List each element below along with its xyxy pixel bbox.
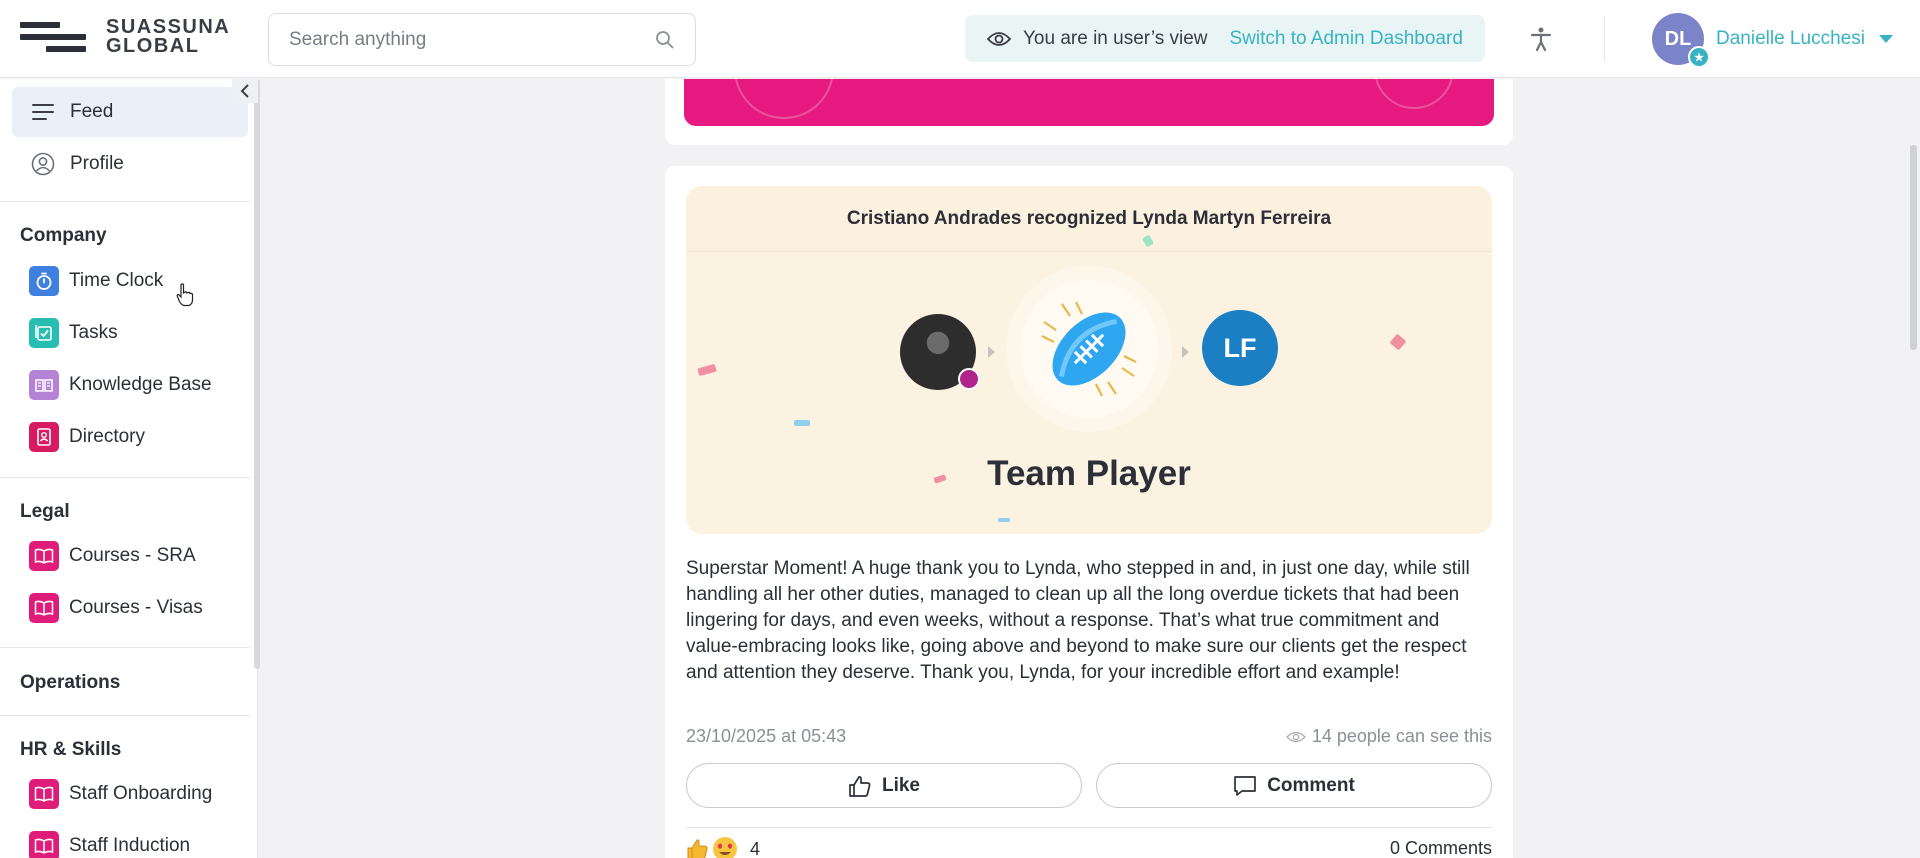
eye-icon bbox=[987, 31, 1011, 46]
sidebar-item-profile[interactable]: Profile bbox=[12, 139, 248, 189]
previous-post-banner bbox=[684, 79, 1494, 126]
header-divider bbox=[1604, 16, 1605, 62]
sidebar-item-label: Knowledge Base bbox=[69, 374, 212, 395]
hand-cursor-icon bbox=[176, 283, 194, 307]
sidebar-item-label: Staff Onboarding bbox=[69, 783, 213, 804]
comment-label: Comment bbox=[1267, 774, 1355, 796]
user-name[interactable]: Danielle Lucchesi bbox=[1716, 28, 1865, 50]
receiver-avatar[interactable]: LF bbox=[1202, 310, 1278, 386]
sidebar-item-courses-visas[interactable]: Courses - Visas bbox=[12, 583, 248, 633]
book-icon bbox=[29, 593, 59, 623]
thumbs-up-reaction-icon bbox=[684, 836, 710, 858]
sidebar-item-knowledge-base[interactable]: Knowledge Base bbox=[12, 360, 248, 410]
contacts-book-icon bbox=[29, 422, 59, 452]
logo-mark bbox=[20, 18, 86, 56]
sidebar-item-label: Courses - SRA bbox=[69, 545, 196, 566]
avatar-initials: DL bbox=[1664, 27, 1692, 50]
book-open-icon bbox=[29, 370, 59, 400]
section-title-operations[interactable]: Operations bbox=[20, 672, 120, 694]
post-date: 23/10/2025 at 05:43 bbox=[686, 726, 847, 746]
sidebar-divider bbox=[0, 715, 250, 716]
sidebar: Feed Profile Company Time Clock Tasks Kn… bbox=[0, 79, 258, 858]
search-input[interactable]: Search anything bbox=[268, 13, 696, 66]
confetti bbox=[697, 363, 717, 377]
sidebar-item-feed[interactable]: Feed bbox=[12, 87, 248, 137]
confetti bbox=[998, 518, 1010, 522]
user-view-banner: You are in user’s view Switch to Admin D… bbox=[965, 15, 1485, 62]
search-placeholder: Search anything bbox=[289, 28, 427, 50]
eye-icon bbox=[1285, 731, 1306, 742]
sidebar-item-label: Directory bbox=[69, 426, 146, 447]
post-visibility: 14 people can see this bbox=[1278, 726, 1492, 747]
top-bar: SUASSUNA GLOBAL Search anything You are … bbox=[0, 0, 1920, 78]
switch-to-admin-link[interactable]: Switch to Admin Dashboard bbox=[1229, 28, 1462, 50]
stopwatch-icon bbox=[29, 266, 59, 296]
post-body: Superstar Moment! A huge thank you to Ly… bbox=[686, 558, 1470, 683]
book-icon bbox=[29, 541, 59, 571]
star-badge-icon: ★ bbox=[1688, 46, 1710, 68]
heart-eyes-reaction-icon bbox=[712, 836, 738, 858]
sidebar-item-directory[interactable]: Directory bbox=[12, 412, 248, 462]
sidebar-item-label: Feed bbox=[70, 101, 114, 122]
recognition-header: Cristiano Andrades recognized Lynda Mart… bbox=[686, 186, 1492, 252]
user-view-text: You are in user’s view bbox=[1023, 27, 1208, 49]
menu-lines-icon bbox=[30, 99, 56, 125]
sidebar-item-staff-onboarding[interactable]: Staff Onboarding bbox=[12, 769, 248, 819]
section-title-company: Company bbox=[20, 225, 107, 246]
sidebar-divider bbox=[0, 201, 250, 202]
comment-icon bbox=[1234, 775, 1257, 796]
crown-badge-icon bbox=[958, 368, 980, 390]
sidebar-item-label: Profile bbox=[70, 153, 124, 174]
sidebar-item-label: Time Clock bbox=[69, 270, 164, 291]
recognition-banner: Cristiano Andrades recognized Lynda Mart… bbox=[686, 186, 1492, 534]
post-footer-divider bbox=[686, 827, 1492, 828]
chevron-left-icon bbox=[240, 84, 249, 98]
sidebar-divider bbox=[0, 647, 250, 648]
arrow-right-icon bbox=[988, 346, 995, 358]
user-menu[interactable]: DL ★ Danielle Lucchesi bbox=[1652, 13, 1893, 68]
reactions-summary[interactable]: 4 bbox=[684, 836, 760, 858]
section-title-legal: Legal bbox=[20, 501, 70, 522]
page-scrollbar[interactable] bbox=[1910, 145, 1917, 350]
chevron-down-icon[interactable] bbox=[1878, 35, 1893, 43]
sidebar-scrollbar[interactable] bbox=[254, 79, 260, 669]
confetti bbox=[1389, 333, 1407, 351]
section-title-hr-skills: HR & Skills bbox=[20, 739, 122, 760]
accessibility-icon[interactable] bbox=[1528, 26, 1554, 52]
sidebar-divider bbox=[0, 477, 250, 478]
book-icon bbox=[29, 779, 59, 809]
collapse-sidebar-button[interactable] bbox=[232, 79, 258, 103]
company-logo[interactable]: SUASSUNA GLOBAL bbox=[20, 17, 230, 57]
comment-button[interactable]: Comment bbox=[1096, 763, 1492, 808]
like-button[interactable]: Like bbox=[686, 763, 1082, 808]
logo-line-2: GLOBAL bbox=[106, 35, 200, 57]
award-title: Team Player bbox=[987, 454, 1191, 493]
arrow-right-icon bbox=[1182, 346, 1189, 358]
confetti bbox=[794, 420, 810, 426]
sidebar-item-label: Tasks bbox=[69, 322, 118, 343]
logo-text: SUASSUNA GLOBAL bbox=[106, 17, 230, 57]
book-icon bbox=[29, 831, 59, 858]
search-icon[interactable] bbox=[655, 30, 675, 50]
sidebar-item-time-clock[interactable]: Time Clock bbox=[12, 256, 248, 306]
comments-count[interactable]: 0 Comments bbox=[1280, 838, 1492, 858]
avatar[interactable]: DL ★ bbox=[1652, 13, 1710, 68]
sidebar-item-label: Staff Induction bbox=[69, 835, 191, 856]
user-circle-icon bbox=[30, 151, 56, 177]
sidebar-item-label: Courses - Visas bbox=[69, 597, 203, 618]
sidebar-item-tasks[interactable]: Tasks bbox=[12, 308, 248, 358]
visibility-text: 14 people can see this bbox=[1311, 726, 1492, 746]
checklist-icon bbox=[29, 318, 59, 348]
like-label: Like bbox=[881, 774, 921, 796]
sidebar-item-courses-sra[interactable]: Courses - SRA bbox=[12, 531, 248, 581]
thumbs-up-icon bbox=[849, 775, 871, 797]
reaction-count: 4 bbox=[750, 838, 761, 858]
sidebar-item-staff-induction[interactable]: Staff Induction bbox=[12, 821, 248, 858]
football-icon bbox=[1041, 301, 1137, 397]
